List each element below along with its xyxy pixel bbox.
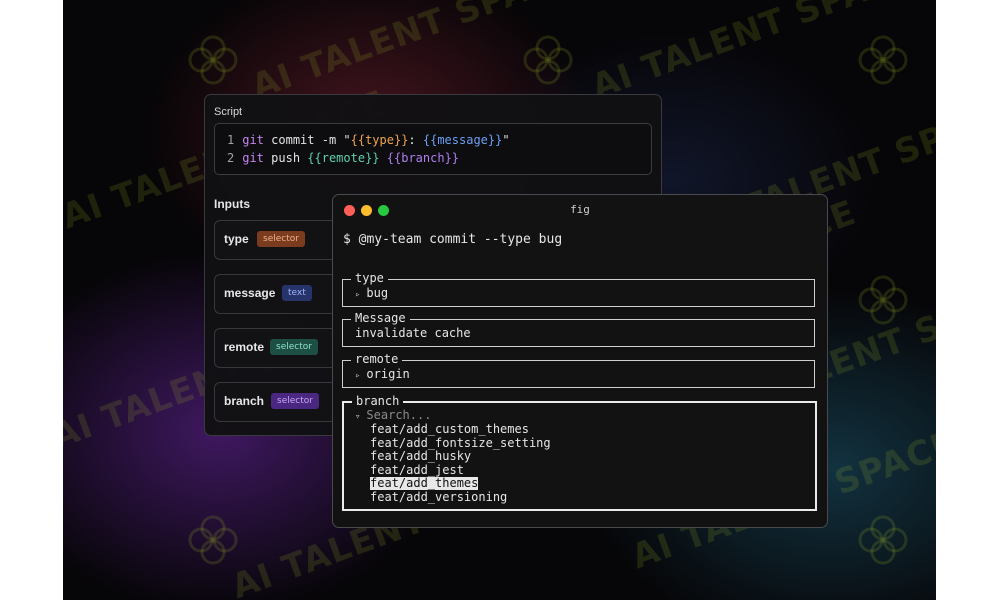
code-token: commit -m " [263, 133, 351, 147]
input-name: remote [224, 340, 265, 354]
input-type-badge: selector [271, 393, 319, 409]
triangle-right-icon: ▹ [355, 290, 361, 300]
triangle-down-icon: ▿ [355, 412, 361, 422]
remote-field-value: origin [366, 367, 410, 381]
input-name: type [224, 232, 249, 246]
code-token: " [502, 133, 510, 147]
branch-selector[interactable]: branch ▿ Search... feat/add_custom_themes… [342, 394, 817, 511]
inputs-label: Inputs [214, 197, 250, 211]
type-field[interactable]: type ▹ bug [342, 271, 815, 307]
watermark-logo-icon [858, 35, 908, 85]
branch-option[interactable]: feat/add_custom_themes [370, 423, 529, 436]
message-field[interactable]: Message invalidate cache [342, 311, 815, 347]
code-token: push [263, 151, 308, 165]
code-token: {{branch}} [386, 151, 460, 165]
input-type-badge: text [282, 285, 312, 301]
remote-field-value-wrap: ▹ origin [355, 367, 410, 381]
type-field-label: type [351, 271, 388, 285]
input-name: message [224, 286, 276, 300]
watermark-text: AI TALENT SPACE [586, 0, 922, 108]
type-field-value: bug [366, 286, 389, 300]
branch-option[interactable]: feat/add_fontsize_setting [370, 436, 551, 450]
triangle-right-icon: ▹ [355, 371, 361, 381]
branch-option[interactable]: feat/add_jest [370, 463, 464, 477]
branch-field-label: branch [352, 394, 404, 408]
code-line: 2 git push {{remote}} {{branch}} [227, 151, 459, 165]
code-token: git [242, 133, 264, 147]
code-token: {{remote}} [307, 151, 380, 165]
branch-option[interactable]: feat/add_themes [370, 477, 479, 491]
message-field-label: Message [351, 311, 410, 325]
script-editor[interactable]: 1 git commit -m "{{type}}: {{message}}" 2… [214, 123, 652, 175]
line-number: 1 [227, 133, 235, 147]
branch-search-input[interactable]: ▿ Search... [355, 408, 431, 422]
script-label: Script [214, 106, 243, 118]
watermark-logo-icon [523, 35, 573, 85]
code-token: : [408, 133, 423, 147]
window-title: fig [570, 203, 590, 216]
watermark-text: AI TALENT SPACE [246, 0, 582, 108]
line-number: 2 [227, 151, 235, 165]
branch-option[interactable]: feat/add_husky [370, 450, 471, 463]
type-field-value-wrap: ▹ bug [355, 286, 388, 300]
background: AI TALENT SPACE AI TALENT SPACE AI TALEN… [63, 0, 936, 600]
watermark-logo-icon [188, 35, 238, 85]
command-prompt: $ @my-team commit --type bug [343, 232, 563, 247]
code-token: {{message}} [422, 133, 503, 147]
code-token: git [242, 151, 264, 165]
input-type-badge: selector [270, 339, 318, 355]
message-field-value: invalidate cache [355, 326, 471, 340]
branch-option[interactable]: feat/add_versioning [370, 491, 507, 504]
code-line: 1 git commit -m "{{type}}: {{message}}" [227, 133, 510, 147]
watermark-logo-icon [858, 275, 908, 325]
input-name: branch [224, 394, 265, 408]
watermark-logo-icon [858, 515, 908, 565]
remote-field[interactable]: remote ▹ origin [342, 352, 815, 388]
branch-search-placeholder: Search... [366, 408, 432, 422]
code-token: {{type}} [350, 133, 409, 147]
input-type-badge: selector [257, 231, 305, 247]
terminal-window: fig $ @my-team commit --type bug type ▹ b… [332, 194, 828, 528]
remote-field-label: remote [351, 352, 403, 366]
watermark-logo-icon [188, 515, 238, 565]
